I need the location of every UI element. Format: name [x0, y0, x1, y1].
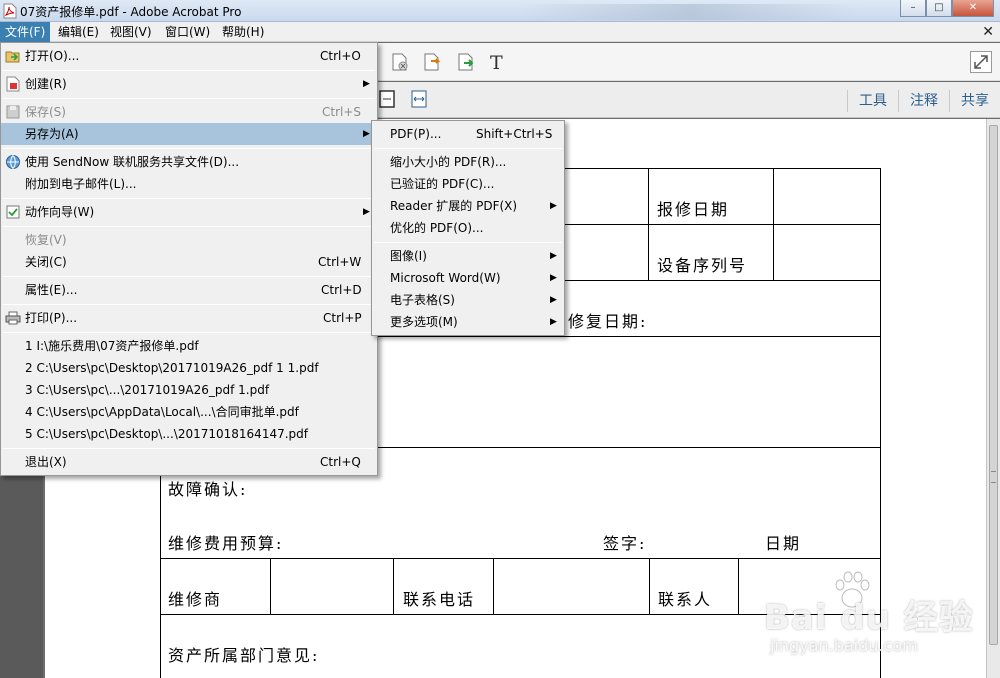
label-vendor: 维修商 — [168, 590, 223, 609]
menu-item-attach-email[interactable]: 附加到电子邮件(L)... — [1, 173, 377, 195]
save-as-image[interactable]: 图像(I) ▶ — [372, 245, 564, 267]
expand-icon[interactable] — [970, 51, 992, 73]
window-title: 07资产报修单.pdf - Adobe Acrobat Pro — [20, 5, 242, 19]
menu-item-recent-2[interactable]: 2 C:\Users\pc\Desktop\20171019A26_pdf 1 … — [1, 357, 377, 379]
scrollbar-thumb[interactable] — [989, 125, 998, 645]
save-as-reduced-pdf[interactable]: 缩小大小的 PDF(R)... — [372, 151, 564, 173]
close-button[interactable]: ✕ — [952, 0, 994, 17]
save-as-word[interactable]: Microsoft Word(W) ▶ — [372, 267, 564, 289]
save-as-pdf[interactable]: PDF(P)... Shift+Ctrl+S — [372, 123, 564, 145]
label-budget: 维修费用预算: — [168, 534, 284, 553]
fit-width-icon[interactable] — [409, 89, 429, 109]
menu-item-recent-4[interactable]: 4 C:\Users\pc\AppData\Local\...\合同审批单.pd… — [1, 401, 377, 423]
save-as-certified-pdf[interactable]: 已验证的 PDF(C)... — [372, 173, 564, 195]
label-fault-confirm: 故障确认: — [168, 480, 248, 499]
create-pdf-icon — [6, 76, 20, 92]
menu-item-action-wizard[interactable]: 动作向导(W) ▶ — [1, 201, 377, 223]
delete-page-icon[interactable] — [390, 52, 410, 72]
menu-item-print[interactable]: 打印(P)... Ctrl+P — [1, 307, 377, 329]
save-as-reader-extended-pdf[interactable]: Reader 扩展的 PDF(X) ▶ — [372, 195, 564, 217]
action-wizard-icon — [6, 205, 20, 219]
maximize-button[interactable]: □ — [926, 0, 952, 17]
label-dept-opinion: 资产所属部门意见: — [168, 646, 320, 665]
globe-icon — [6, 155, 20, 169]
save-as-more-options[interactable]: 更多选项(M) ▶ — [372, 311, 564, 333]
export-icon[interactable] — [422, 52, 442, 72]
menu-help[interactable]: 帮助(H) — [217, 22, 269, 42]
label-signature: 签字: — [603, 534, 647, 553]
save-as-optimized-pdf[interactable]: 优化的 PDF(O)... — [372, 217, 564, 239]
menu-view[interactable]: 视图(V) — [105, 22, 157, 42]
menu-item-sendnow[interactable]: 使用 SendNow 联机服务共享文件(D)... — [1, 151, 377, 173]
blurred-region — [520, 4, 860, 20]
label-fix-date: 修复日期: — [568, 312, 648, 331]
minimize-button[interactable]: – — [900, 0, 926, 17]
menu-item-recent-3[interactable]: 3 C:\Users\pc\...\20171019A26_pdf 1.pdf — [1, 379, 377, 401]
tab-comment[interactable]: 注释 — [898, 90, 949, 112]
menu-item-open[interactable]: 打开(O)... Ctrl+O — [1, 45, 377, 67]
baidu-watermark: Bai du 经验 jingyan.baidu.com — [764, 568, 994, 660]
tab-tools[interactable]: 工具 — [847, 90, 898, 112]
menu-item-properties[interactable]: 属性(E)... Ctrl+D — [1, 279, 377, 301]
menu-item-exit[interactable]: 退出(X) Ctrl+Q — [1, 451, 377, 473]
watermark-logo-text: Bai du 经验 — [764, 598, 974, 638]
fit-page-icon[interactable] — [377, 89, 397, 109]
label-phone: 联系电话 — [403, 590, 476, 609]
menu-edit[interactable]: 编辑(E) — [53, 22, 104, 42]
save-icon — [6, 105, 20, 119]
watermark-url: jingyan.baidu.com — [770, 636, 918, 655]
label-date: 日期 — [765, 534, 802, 553]
label-repair-date: 报修日期 — [657, 200, 730, 219]
menu-bar: 文件(F) 编辑(E) 视图(V) 窗口(W) 帮助(H) ✕ — [0, 22, 1000, 42]
menu-item-recent-1[interactable]: 1 I:\施乐费用\07资产报修单.pdf — [1, 335, 377, 357]
label-contact: 联系人 — [658, 590, 713, 609]
save-as-submenu: PDF(P)... Shift+Ctrl+S 缩小大小的 PDF(R)... 已… — [371, 120, 565, 336]
print-icon — [5, 311, 21, 325]
title-bar: 07资产报修单.pdf - Adobe Acrobat Pro – □ ✕ — [0, 0, 1000, 22]
file-menu: 打开(O)... Ctrl+O 创建(R) ▶ 保存(S) Ctrl+S 另存为… — [0, 42, 378, 476]
acrobat-file-icon — [3, 3, 17, 19]
open-folder-icon — [5, 51, 20, 63]
menu-item-close[interactable]: 关闭(C) Ctrl+W — [1, 251, 377, 273]
menu-window[interactable]: 窗口(W) — [160, 22, 215, 42]
label-device-serial: 设备序列号 — [657, 256, 748, 275]
text-edit-icon[interactable]: T — [490, 52, 503, 74]
tab-share[interactable]: 共享 — [949, 90, 1000, 112]
document-close-icon[interactable]: ✕ — [982, 24, 994, 40]
menu-item-save-as[interactable]: 另存为(A) ▶ — [1, 123, 377, 145]
save-as-spreadsheet[interactable]: 电子表格(S) ▶ — [372, 289, 564, 311]
menu-item-recent-5[interactable]: 5 C:\Users\pc\Desktop\...\20171018164147… — [1, 423, 377, 445]
menu-file[interactable]: 文件(F) — [0, 22, 51, 42]
menu-item-save: 保存(S) Ctrl+S — [1, 101, 377, 123]
insert-pages-icon[interactable] — [456, 52, 476, 72]
menu-item-revert: 恢复(V) — [25, 233, 67, 247]
menu-item-create[interactable]: 创建(R) ▶ — [1, 73, 377, 95]
